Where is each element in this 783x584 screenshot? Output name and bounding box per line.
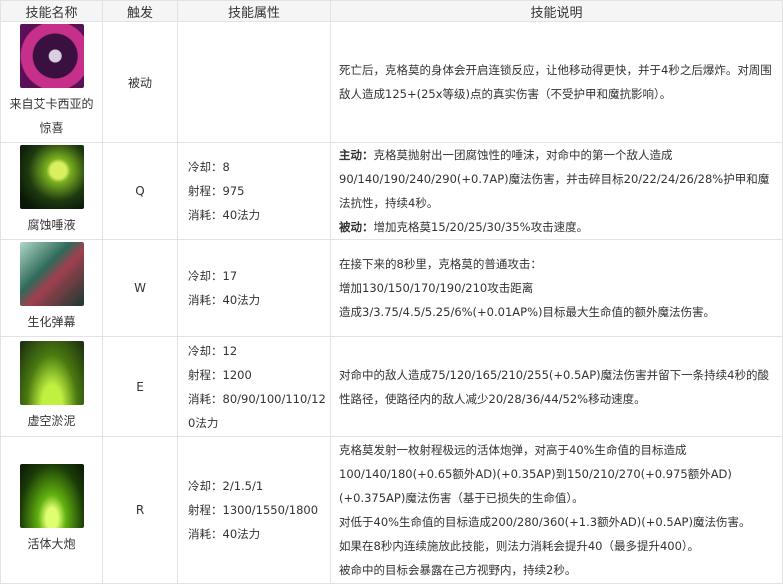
skill-trigger: R <box>102 436 178 584</box>
q-skill-icon <box>19 145 84 209</box>
desc-line: 对低于40%生命值的目标造成200/280/360(+1.3额外AD)(+0.5… <box>339 515 751 529</box>
desc-passive: 被动：增加克格莫15/20/25/30/35%攻击速度。 <box>339 215 772 239</box>
desc-active: 主动：克格莫抛射出一团腐蚀性的唾沫，对命中的第一个敌人造成90/140/190/… <box>339 143 772 215</box>
passive-skill-icon <box>19 24 84 88</box>
header-trigger: 触发 <box>102 0 178 22</box>
table-row: 来自艾卡西亚的惊喜 被动 死亡后，克格莫的身体会开启连锁反应，让他移动得更快，并… <box>0 21 783 143</box>
attr-cost: 消耗：40法力 <box>188 293 261 307</box>
desc-line: 在接下来的8秒里，克格莫的普通攻击： <box>339 257 542 271</box>
table-row: 虚空淤泥 E 冷却：12 射程：1200 消耗：80/90/100/110/120法… <box>0 336 783 437</box>
skill-description: 对命中的敌人造成75/120/165/210/255(+0.5AP)魔法伤害并留… <box>339 367 769 406</box>
desc-line: 如果在8秒内连续施放此技能，则法力消耗会提升40（最多提升400）。 <box>339 539 700 553</box>
w-skill-icon <box>19 242 84 306</box>
skill-table: 技能名称 触发 技能属性 技能说明 来自艾卡西亚的惊喜 被动 死亡后，克格莫的身… <box>0 0 783 584</box>
table-row: 活体大炮 R 冷却：2/1.5/1 射程：1300/1550/1800 消耗：40法… <box>0 436 783 584</box>
skill-name: 生化弹幕 <box>27 315 76 329</box>
attr-range: 射程：975 <box>188 184 245 198</box>
skill-trigger: 被动 <box>102 21 178 143</box>
desc-line: 增加130/150/170/190/210攻击距离 <box>339 281 534 295</box>
attr-cooldown: 冷却：12 <box>188 343 238 358</box>
active-text: 克格莫抛射出一团腐蚀性的唾沫，对命中的第一个敌人造成90/140/190/240… <box>339 148 770 210</box>
table-header: 技能名称 触发 技能属性 技能说明 <box>0 0 783 22</box>
skill-trigger: W <box>102 239 178 337</box>
attr-cost: 消耗：40法力 <box>188 208 261 222</box>
attr-cooldown: 冷却：2/1.5/1 <box>188 479 264 493</box>
passive-text: 增加克格莫15/20/25/30/35%攻击速度。 <box>373 220 589 234</box>
desc-line: 被命中的目标会暴露在己方视野内，持续2秒。 <box>339 563 577 577</box>
attr-cooldown: 冷却：8 <box>188 160 230 174</box>
attr-cost: 消耗：80/90/100/110/120法力 <box>188 391 326 430</box>
header-attributes: 技能属性 <box>177 0 331 22</box>
r-skill-icon <box>19 464 84 528</box>
skill-name: 虚空淤泥 <box>27 413 76 428</box>
attr-cost: 消耗：40法力 <box>188 527 261 541</box>
e-skill-icon <box>19 340 84 405</box>
desc-line: 克格莫发射一枚射程极远的活体炮弹，对高于40%生命值的目标造成100/140/1… <box>339 443 732 505</box>
header-description: 技能说明 <box>330 0 783 22</box>
table-row: 腐蚀唾液 Q 冷却：8 射程：975 消耗：40法力 主动：克格莫抛射出一团腐蚀性的… <box>0 142 783 240</box>
attr-range: 射程：1200 <box>188 367 252 382</box>
passive-label: 被动： <box>339 220 374 234</box>
active-label: 主动： <box>339 148 374 162</box>
skill-name: 腐蚀唾液 <box>27 218 76 232</box>
skill-name: 活体大炮 <box>27 537 76 551</box>
skill-description: 死亡后，克格莫的身体会开启连锁反应，让他移动得更快，并于4秒之后爆炸。对周围敌人… <box>339 63 772 101</box>
attr-cooldown: 冷却：17 <box>188 269 238 283</box>
skill-name: 来自艾卡西亚的惊喜 <box>9 97 94 135</box>
desc-line: 造成3/3.75/4.5/5.25/6%(+0.01AP%)目标最大生命值的额外… <box>339 305 715 319</box>
table-row: 生化弹幕 W 冷却：17 消耗：40法力 在接下来的8秒里，克格莫的普通攻击： 增加… <box>0 239 783 337</box>
skill-attributes <box>177 21 331 143</box>
attr-range: 射程：1300/1550/1800 <box>188 503 319 517</box>
header-skill-name: 技能名称 <box>0 0 103 22</box>
skill-trigger: Q <box>102 142 178 240</box>
skill-trigger: E <box>102 336 178 437</box>
